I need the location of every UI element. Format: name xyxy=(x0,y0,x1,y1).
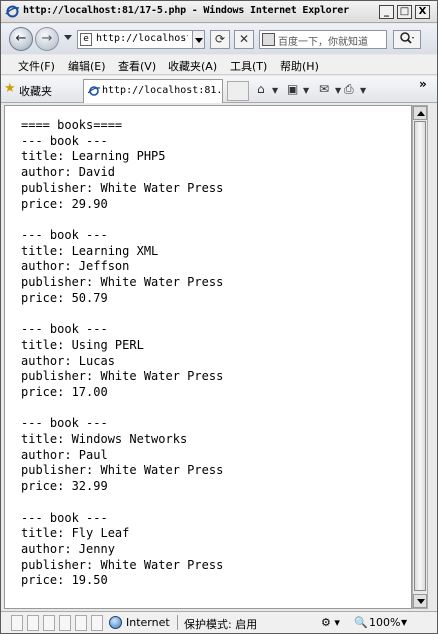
page-text-line: publisher: White Water Press xyxy=(21,369,224,384)
print-icon[interactable]: ⎙ xyxy=(344,82,354,97)
protected-mode-status[interactable]: 保护模式: 启用 xyxy=(184,616,257,632)
page-text-line: price: 32.99 xyxy=(21,479,108,494)
page-text-line: publisher: White Water Press xyxy=(21,463,224,478)
feeds-icon[interactable]: ▣ xyxy=(287,82,298,96)
scroll-thumb[interactable] xyxy=(414,121,426,591)
page-text-line: author: Jeffson xyxy=(21,259,130,274)
page-text-line: --- book --- xyxy=(21,133,108,148)
zoom-dropdown-icon[interactable]: ▼ xyxy=(401,618,407,627)
page-text-line: --- book --- xyxy=(21,227,108,242)
print-dropdown-icon[interactable]: ▼ xyxy=(360,86,366,95)
status-cell xyxy=(27,615,39,631)
refresh-icon[interactable]: ⟳ xyxy=(210,30,230,49)
page-text-line: --- book --- xyxy=(21,322,108,337)
address-bar[interactable]: e http://localhost 8 xyxy=(77,30,205,49)
menu-help[interactable]: 帮助(H) xyxy=(280,58,319,74)
page-text-line: publisher: White Water Press xyxy=(21,557,224,572)
mail-dropdown-icon[interactable]: ▼ xyxy=(335,86,341,95)
page-text-line: publisher: White Water Press xyxy=(21,275,224,290)
address-dropdown-button[interactable] xyxy=(192,31,204,48)
page-text-line: author: Jenny xyxy=(21,541,115,556)
window-title: http://localhost:81/17-5.php - Windows I… xyxy=(23,5,349,16)
page-text-line: --- book --- xyxy=(21,416,108,431)
internet-zone-icon xyxy=(109,616,122,629)
scroll-down-arrow-icon[interactable] xyxy=(413,594,427,608)
search-input[interactable]: 百度一下，你就知道 xyxy=(278,33,384,48)
favorites-bar: ★ 收藏夹 http://localhost:81... ⌂ ▼ ▣ ▼ ✉ ▼… xyxy=(1,76,437,103)
feeds-dropdown-icon[interactable]: ▼ xyxy=(303,86,309,95)
close-button[interactable]: X xyxy=(415,5,430,19)
search-button[interactable] xyxy=(393,30,421,49)
page-text-line: publisher: White Water Press xyxy=(21,180,224,195)
menu-bar: 文件(F) 编辑(E) 查看(V) 收藏夹(A) 工具(T) 帮助(H) xyxy=(1,55,437,75)
minimize-button[interactable]: _ xyxy=(379,5,394,19)
page-text-line: price: 17.00 xyxy=(21,384,108,399)
home-dropdown-icon[interactable]: ▼ xyxy=(272,86,278,95)
tab-current-page[interactable]: http://localhost:81... xyxy=(83,79,223,103)
new-tab-button[interactable] xyxy=(227,81,249,101)
status-cell xyxy=(11,615,23,631)
vertical-scrollbar[interactable] xyxy=(412,105,428,609)
zoom-level[interactable]: 100% xyxy=(369,616,400,629)
page-text-line: title: Windows Networks xyxy=(21,432,188,447)
page-text-line: --- book --- xyxy=(21,510,108,525)
browser-window: http://localhost:81/17-5.php - Windows I… xyxy=(0,0,438,634)
forward-arrow-icon[interactable]: → xyxy=(35,27,59,51)
ie-logo-icon xyxy=(5,5,20,18)
menu-file[interactable]: 文件(F) xyxy=(18,58,55,74)
favorites-button[interactable]: 收藏夹 xyxy=(19,83,52,99)
status-cell xyxy=(43,615,55,631)
page-content: ==== books==== --- book --- title: Learn… xyxy=(4,105,412,609)
magnifier-icon xyxy=(400,32,414,44)
stop-icon[interactable]: ✕ xyxy=(234,30,254,49)
page-text-line: title: Learning XML xyxy=(21,243,159,258)
page-text-line: author: Lucas xyxy=(21,353,115,368)
page-text-line: price: 50.79 xyxy=(21,290,108,305)
mail-icon[interactable]: ✉ xyxy=(319,82,329,96)
page-icon: e xyxy=(80,33,92,46)
status-cell xyxy=(59,615,71,631)
page-text: ==== books==== --- book --- title: Learn… xyxy=(21,118,223,589)
page-text-line: author: Paul xyxy=(21,447,108,462)
page-text-line: ==== books==== xyxy=(21,118,123,132)
page-text-line: title: Learning PHP5 xyxy=(21,149,166,164)
status-cell xyxy=(75,615,87,631)
favorites-star-icon[interactable]: ★ xyxy=(4,81,16,96)
title-bar: http://localhost:81/17-5.php - Windows I… xyxy=(1,1,437,23)
zoom-icon: 🔍 xyxy=(354,616,368,629)
menu-edit[interactable]: 编辑(E) xyxy=(68,58,106,74)
page-text-line: price: 19.50 xyxy=(21,573,108,588)
home-icon[interactable]: ⌂ xyxy=(257,82,265,96)
scroll-up-arrow-icon[interactable] xyxy=(413,106,427,120)
page-text-line: title: Fly Leaf xyxy=(21,526,130,541)
menu-view[interactable]: 查看(V) xyxy=(118,58,156,74)
navigation-bar: ← → e http://localhost 8 ⟳ ✕ 百度一下，你就知道 xyxy=(1,24,437,54)
history-dropdown-icon[interactable] xyxy=(64,35,72,40)
menu-tools[interactable]: 工具(T) xyxy=(230,58,267,74)
status-separator xyxy=(177,615,178,630)
settings-gear-icon[interactable]: ⚙ ▾ xyxy=(321,616,340,629)
back-arrow-icon[interactable]: ← xyxy=(9,27,33,51)
search-provider-icon xyxy=(262,33,275,46)
more-toolbar-chevron[interactable]: » xyxy=(419,77,427,91)
status-cell xyxy=(91,615,103,631)
page-text-line: price: 29.90 xyxy=(21,196,108,211)
menu-favorites[interactable]: 收藏夹(A) xyxy=(168,58,217,74)
ie-page-icon xyxy=(88,86,100,96)
status-bar: Internet 保护模式: 启用 ⚙ ▾ 🔍 100% ▼ xyxy=(1,611,437,633)
page-text-line: author: David xyxy=(21,165,115,180)
page-text-line: title: Using PERL xyxy=(21,337,144,352)
tab-title: http://localhost:81... xyxy=(102,85,220,96)
address-input[interactable]: http://localhost 8 xyxy=(96,33,188,44)
search-box[interactable]: 百度一下，你就知道 xyxy=(259,30,387,49)
maximize-button[interactable]: □ xyxy=(397,5,412,19)
security-zone-label[interactable]: Internet xyxy=(126,616,170,629)
